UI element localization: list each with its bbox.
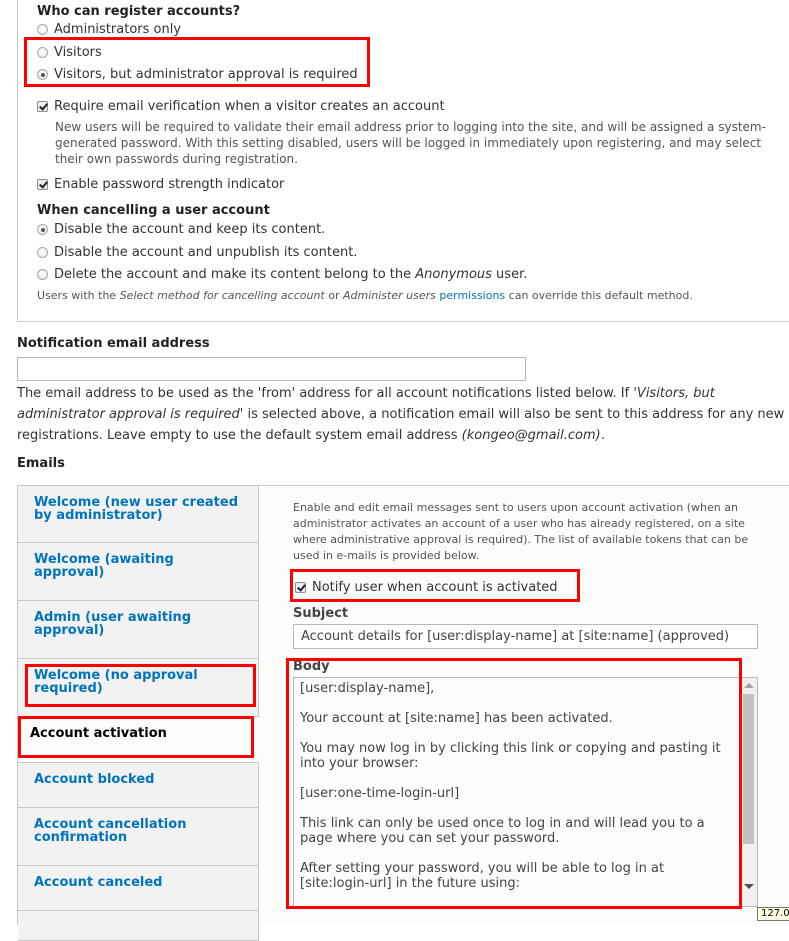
tab-welcome-awaiting-approval[interactable]: Welcome (awaiting approval): [18, 543, 259, 601]
radio-visitors-approval[interactable]: Visitors, but administrator approval is …: [37, 67, 358, 82]
scroll-down-arrow-icon[interactable]: [744, 884, 754, 889]
notification-email-description: The email address to be used as the 'fro…: [17, 386, 785, 443]
scroll-up-arrow-icon[interactable]: [744, 683, 754, 688]
tab-account-activation[interactable]: Account activation: [18, 717, 259, 763]
radio-disable-unpublish[interactable]: Disable the account and unpublish its co…: [37, 245, 357, 260]
radio-label: Delete the account and make its content …: [54, 267, 528, 282]
notification-email-label: Notification email address: [17, 336, 210, 351]
subject-label: Subject: [293, 606, 349, 621]
checkbox-email-verification[interactable]: Require email verification when a visito…: [37, 99, 445, 114]
radio-administrators-only[interactable]: Administrators only: [37, 22, 181, 37]
cancellation-help: Users with the Select method for cancell…: [37, 289, 693, 302]
email-vertical-tabs: Welcome (new user created by administrat…: [17, 485, 259, 941]
url-tooltip: 127.0: [757, 907, 789, 921]
cancellation-heading: When cancelling a user account: [37, 203, 270, 218]
checkbox-checked-icon[interactable]: [295, 582, 306, 593]
tab-welcome-admin-created[interactable]: Welcome (new user created by administrat…: [18, 485, 259, 543]
tab-welcome-no-approval[interactable]: Welcome (no approval required): [18, 659, 259, 717]
radio-button-selected-icon[interactable]: [37, 69, 48, 80]
checkbox-password-strength[interactable]: Enable password strength indicator: [37, 177, 284, 192]
radio-button-icon[interactable]: [37, 269, 48, 280]
radio-delete-anonymous[interactable]: Delete the account and make its content …: [37, 267, 527, 282]
checkbox-checked-icon[interactable]: [37, 101, 48, 112]
tab-account-canceled[interactable]: Account canceled: [18, 866, 259, 911]
tab-admin-user-awaiting[interactable]: Admin (user awaiting approval): [18, 601, 259, 659]
tab-more[interactable]: [18, 911, 259, 941]
body-textarea[interactable]: [user:display-name], Your account at [si…: [293, 677, 758, 907]
notification-email-input[interactable]: [17, 357, 526, 381]
radio-label: Administrators only: [54, 22, 182, 37]
radio-label: Disable the account and keep its content…: [54, 222, 326, 237]
registration-heading: Who can register accounts?: [37, 4, 241, 19]
activation-description: Enable and edit email messages sent to u…: [293, 501, 749, 562]
radio-visitors[interactable]: Visitors: [37, 45, 102, 60]
checkbox-label: Require email verification when a visito…: [54, 99, 445, 114]
permissions-link[interactable]: permissions: [439, 289, 505, 302]
checkbox-label: Notify user when account is activated: [312, 580, 558, 595]
scrollbar-thumb[interactable]: [743, 694, 754, 844]
body-scrollbar[interactable]: [741, 678, 757, 906]
checkbox-label: Enable password strength indicator: [54, 177, 285, 192]
radio-label: Visitors: [54, 45, 102, 60]
radio-button-selected-icon[interactable]: [37, 224, 48, 235]
radio-label: Visitors, but administrator approval is …: [54, 67, 358, 82]
checkbox-notify-activated[interactable]: Notify user when account is activated: [295, 580, 558, 595]
tab-account-cancellation-confirmation[interactable]: Account cancellation confirmation: [18, 808, 259, 866]
radio-button-icon[interactable]: [37, 247, 48, 258]
radio-label: Disable the account and unpublish its co…: [54, 245, 358, 260]
radio-button-icon[interactable]: [37, 47, 48, 58]
email-verification-description: New users will be required to validate t…: [55, 120, 766, 166]
subject-input[interactable]: [293, 624, 758, 649]
tab-account-blocked[interactable]: Account blocked: [18, 763, 259, 808]
emails-heading: Emails: [17, 456, 65, 471]
radio-button-icon[interactable]: [37, 24, 48, 35]
radio-disable-keep[interactable]: Disable the account and keep its content…: [37, 222, 325, 237]
checkbox-checked-icon[interactable]: [37, 179, 48, 190]
body-label: Body: [293, 659, 330, 674]
